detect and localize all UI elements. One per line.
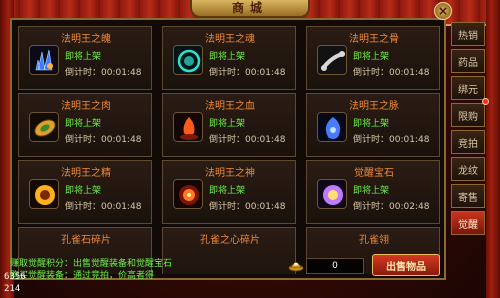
close-icon: × — [437, 4, 449, 18]
ingot-icon — [288, 262, 304, 272]
tab-3[interactable]: 限购 — [451, 103, 485, 127]
close-button[interactable]: × — [434, 2, 452, 20]
essence-orb-icon[interactable] — [29, 179, 59, 209]
item-name: 法明王之魂 — [205, 34, 255, 45]
sell-items-button[interactable]: 出售物品 — [372, 254, 440, 276]
item-status: 即将上架 — [209, 119, 246, 129]
item-name: 法明王之肉 — [61, 101, 111, 112]
spirit-orb-icon[interactable] — [173, 45, 203, 75]
item-name: 孔雀之心碎片 — [200, 235, 260, 246]
crystal-cluster-icon[interactable] — [29, 45, 59, 75]
tab-4[interactable]: 竞拍 — [451, 130, 485, 154]
tab-5[interactable]: 龙纹 — [451, 157, 485, 181]
footer-buy-text: 购买觉醒装备：通过竞拍，价高者得 — [10, 271, 155, 281]
item-countdown: 倒计时：00:01:48 — [65, 202, 142, 212]
tab-0[interactable]: 热销 — [451, 22, 485, 46]
blood-flame-icon[interactable] — [173, 112, 203, 142]
shop-item-card[interactable]: 法明王之魄即将上架倒计时：00:01:48 — [18, 26, 152, 90]
item-status: 即将上架 — [65, 186, 102, 196]
shop-item-card[interactable]: 法明王之魂即将上架倒计时：00:01:48 — [162, 26, 296, 90]
item-countdown: 倒计时：00:01:48 — [65, 68, 142, 78]
tab-1[interactable]: 药品 — [451, 49, 485, 73]
item-countdown: 倒计时：00:01:48 — [209, 202, 286, 212]
item-name: 法明王之神 — [205, 168, 255, 179]
item-countdown: 倒计时：00:01:48 — [353, 135, 430, 145]
coord-y: 214 — [4, 284, 21, 294]
item-status: 即将上架 — [65, 119, 102, 129]
item-status: 即将上架 — [353, 52, 390, 62]
awaken-gem-icon[interactable] — [317, 179, 347, 209]
item-grid: 法明王之魄 即将上架 倒计时：00:01:48 法明王之魂 即将上架 倒计时：00:01:… — [16, 24, 442, 274]
divine-orb-icon[interactable] — [173, 179, 203, 209]
item-status: 即将上架 — [209, 52, 246, 62]
tab-6[interactable]: 寄售 — [451, 184, 485, 208]
title-plaque: 商城 — [190, 0, 310, 18]
shop-item-card[interactable]: 孔雀之心碎片 — [162, 227, 296, 274]
shop-panel: 法明王之魄 即将上架 倒计时：00:01:48 法明王之魂 即将上架 倒计时：00:01:… — [10, 18, 446, 280]
item-status: 即将上架 — [65, 52, 102, 62]
shop-item-card[interactable]: 法明王之神即将上架倒计时：00:01:48 — [162, 160, 296, 224]
item-name: 孔雀翎 — [359, 235, 389, 246]
shop-item-card[interactable]: 法明王之脉即将上架倒计时：00:01:48 — [306, 93, 440, 157]
item-name: 法明王之血 — [205, 101, 255, 112]
item-countdown: 倒计时：00:01:48 — [209, 68, 286, 78]
shop-item-card[interactable]: 法明王之骨即将上架倒计时：00:01:48 — [306, 26, 440, 90]
item-status: 即将上架 — [209, 186, 246, 196]
currency-amount: 0 — [306, 258, 364, 274]
shop-item-card[interactable]: 觉醒宝石即将上架倒计时：00:02:48 — [306, 160, 440, 224]
item-name: 孔雀石碎片 — [61, 235, 111, 246]
tab-7[interactable]: 觉醒 — [451, 211, 485, 235]
item-name: 法明王之魄 — [61, 34, 111, 45]
notification-dot — [482, 98, 489, 105]
coord-x: 6356 — [4, 272, 26, 282]
item-countdown: 倒计时：00:01:48 — [209, 135, 286, 145]
window-title: 商城 — [231, 0, 268, 15]
item-countdown: 倒计时：00:01:48 — [65, 135, 142, 145]
shop-item-card[interactable]: 法明王之肉即将上架倒计时：00:01:48 — [18, 93, 152, 157]
item-countdown: 倒计时：00:02:48 — [353, 202, 430, 212]
item-name: 法明王之脉 — [349, 101, 399, 112]
item-name: 法明王之精 — [61, 168, 111, 179]
item-name: 法明王之骨 — [349, 34, 399, 45]
tab-2[interactable]: 绑元 — [451, 76, 485, 100]
item-countdown: 倒计时：00:01:48 — [353, 68, 430, 78]
item-status: 即将上架 — [353, 119, 390, 129]
bone-icon[interactable] — [317, 45, 347, 75]
shop-item-card[interactable]: 法明王之精即将上架倒计时：00:01:48 — [18, 160, 152, 224]
item-name: 觉醒宝石 — [354, 168, 394, 179]
game-shop-scene: 法明王之魄 即将上架 倒计时：00:01:48 法明王之魂 即将上架 倒计时：00:01:… — [0, 0, 500, 298]
curtain-right — [486, 0, 500, 298]
flesh-gem-icon[interactable] — [29, 112, 59, 142]
item-status: 即将上架 — [353, 186, 390, 196]
shop-item-card[interactable]: 法明王之血即将上架倒计时：00:01:48 — [162, 93, 296, 157]
vein-orb-icon[interactable] — [317, 112, 347, 142]
